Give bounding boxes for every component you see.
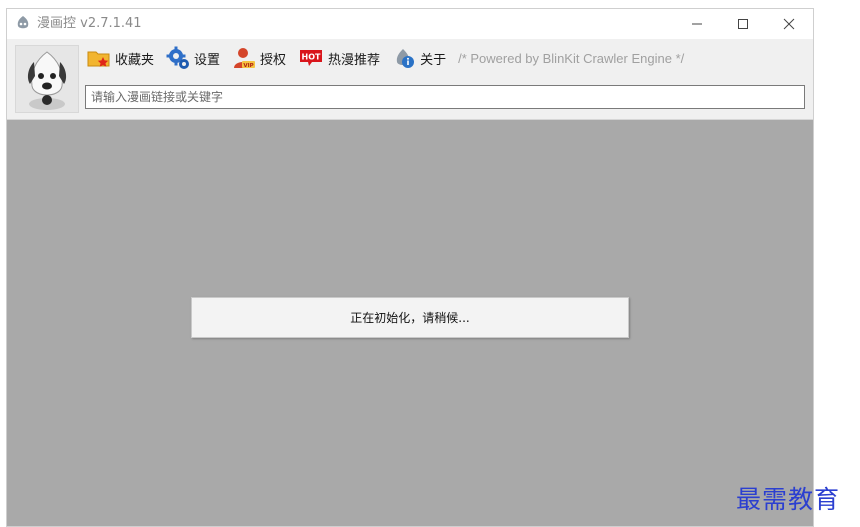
main-content-area: 正在初始化，请稍候... — [7, 120, 813, 526]
loading-message: 正在初始化，请稍候... — [350, 311, 470, 325]
svg-text:HOT: HOT — [302, 53, 321, 62]
license-button[interactable]: VIP 授权 — [232, 45, 286, 71]
about-button[interactable]: 关于 — [392, 45, 446, 71]
powered-by-text: /* Powered by BlinKit Crawler Engine */ — [458, 50, 685, 66]
hot-recommend-button[interactable]: HOT 热漫推荐 — [298, 45, 380, 71]
hot-badge-icon: HOT — [298, 46, 324, 70]
app-window: 漫画控 v2.7.1.41 收藏夹 设置 VIP 授权 HOT 热漫推荐 关于 … — [6, 8, 814, 527]
toolbar-actions: 收藏夹 设置 VIP 授权 HOT 热漫推荐 关于 /* Powered by … — [87, 45, 684, 71]
maximize-icon — [738, 19, 748, 29]
minimize-button[interactable] — [674, 9, 720, 39]
vip-user-icon: VIP — [232, 46, 256, 70]
window-title: 漫画控 v2.7.1.41 — [37, 16, 142, 31]
favorites-folder-icon — [87, 46, 111, 70]
hot-recommend-label: 热漫推荐 — [328, 52, 381, 68]
watermark-text: 最需教育 — [736, 485, 841, 514]
close-button[interactable] — [766, 9, 812, 39]
dog-mascot-icon — [27, 51, 67, 110]
mascot-avatar — [15, 45, 79, 113]
favorites-label: 收藏夹 — [115, 52, 155, 68]
favorites-button[interactable]: 收藏夹 — [87, 45, 154, 71]
search-input[interactable] — [85, 85, 805, 109]
app-logo-icon — [15, 15, 31, 31]
title-bar[interactable]: 漫画控 v2.7.1.41 — [7, 9, 813, 39]
settings-button[interactable]: 设置 — [166, 45, 220, 71]
close-icon — [783, 18, 795, 30]
maximize-button[interactable] — [720, 9, 766, 39]
settings-gear-icon — [166, 46, 190, 70]
minimize-icon — [692, 23, 702, 25]
toolbar: 收藏夹 设置 VIP 授权 HOT 热漫推荐 关于 /* Powered by … — [7, 39, 813, 120]
license-label: 授权 — [260, 52, 287, 68]
about-info-icon — [392, 46, 416, 70]
settings-label: 设置 — [194, 52, 221, 68]
svg-text:VIP: VIP — [243, 63, 253, 69]
about-label: 关于 — [420, 52, 447, 68]
loading-dialog: 正在初始化，请稍候... — [191, 297, 629, 338]
